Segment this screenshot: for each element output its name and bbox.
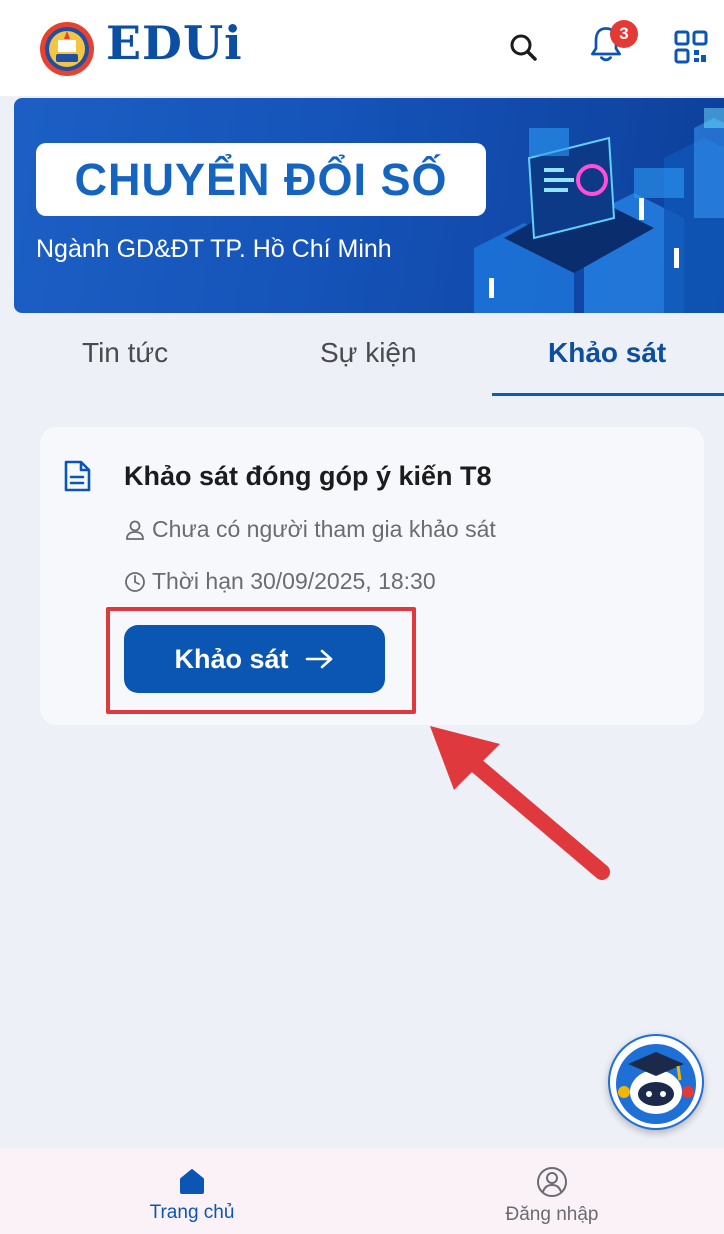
tab-news[interactable]: Tin tức: [82, 337, 168, 369]
nav-login-label: Đăng nhập: [505, 1204, 599, 1225]
app-header: EDUi 3: [0, 0, 724, 96]
nav-home[interactable]: Trang chủ: [112, 1148, 272, 1234]
survey-deadline-text: Thời hạn 30/09/2025, 18:30: [152, 568, 436, 594]
clock-icon: [125, 571, 145, 592]
home-icon: [180, 1169, 204, 1194]
bottom-navigation: Trang chủ Đăng nhập: [0, 1148, 724, 1234]
annotation-highlight-box: [106, 607, 416, 714]
user-icon: [126, 520, 144, 540]
active-tab-indicator: [492, 393, 724, 396]
survey-title: Khảo sát đóng góp ý kiến T8: [124, 461, 492, 491]
annotation-pointer-arrow: [430, 726, 610, 880]
content-tabs: Tin tức Sự kiện Khảo sát: [0, 313, 724, 399]
school-logo-icon: [40, 22, 94, 76]
nav-login[interactable]: Đăng nhập: [472, 1148, 632, 1234]
survey-participants-text: Chưa có người tham gia khảo sát: [152, 516, 496, 542]
chatbot-assistant-icon[interactable]: [608, 1034, 704, 1130]
banner-title-box: CHUYỂN ĐỔI SỐ: [36, 143, 486, 216]
digital-transformation-banner[interactable]: CHUYỂN ĐỔI SỐ Ngành GD&ĐT TP. Hồ Chí Min…: [14, 98, 724, 313]
app-brand-name: EDUi: [106, 16, 243, 70]
tab-events[interactable]: Sự kiện: [320, 337, 417, 369]
search-icon[interactable]: [504, 28, 544, 68]
survey-participants: Chưa có người tham gia khảo sát: [124, 516, 496, 543]
banner-subtitle: Ngành GD&ĐT TP. Hồ Chí Minh: [36, 235, 392, 263]
banner-title: CHUYỂN ĐỔI SỐ: [74, 153, 448, 205]
tab-survey[interactable]: Khảo sát: [548, 337, 666, 369]
nav-home-label: Trang chủ: [149, 1202, 235, 1223]
document-icon: [64, 460, 91, 492]
qr-code-icon[interactable]: [670, 28, 714, 68]
notification-count-badge: 3: [610, 20, 638, 48]
survey-deadline: Thời hạn 30/09/2025, 18:30: [124, 568, 436, 595]
user-circle-icon: [537, 1167, 567, 1197]
